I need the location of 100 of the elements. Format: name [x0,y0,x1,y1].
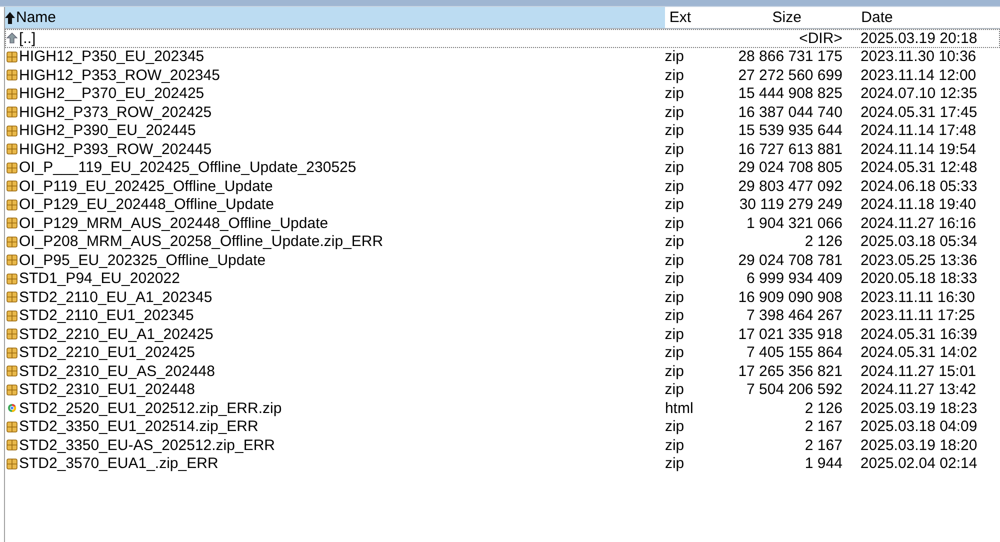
column-header[interactable]: Date [857,7,1000,28]
file-name: [..] [19,30,36,47]
file-size: 30 119 279 249 [739,196,842,214]
file-row[interactable]: HIGH2_P373_ROW_202425 zip 16 387 044 740 2024.05.31 17:45 [5,103,1000,122]
file-extension: zip [664,252,684,269]
file-row[interactable]: OI_P119_EU_202425_Offline_Update zip 29 803 477 092 2024.06.18 05:33 [5,177,1000,196]
column-header[interactable]: Ext [665,7,768,28]
file-size: 16 909 090 908 [738,288,842,306]
file-row[interactable]: STD2_2520_EU1_202512.zip_ERR.zip html 2 126 2025.03.19 18:23 [5,399,1000,418]
column-header[interactable]: Name [5,7,666,28]
file-extension: zip [664,233,684,250]
file-date: 2024.11.27 13:42 [860,381,976,398]
file-date: 2023.05.25 13:36 [860,252,978,269]
file-row[interactable]: HIGH12_P350_EU_202345 zip 28 866 731 175 2023.11.30 10:36 [5,48,1000,66]
file-name: HIGH2_P373_ROW_202425 [19,104,212,121]
archive-icon [6,198,18,211]
archive-icon [6,420,18,433]
file-size: 2 126 [804,233,842,250]
column-header[interactable]: Size [768,7,858,28]
file-date: 2024.11.14 17:48 [860,122,976,140]
file-size: 28 866 731 175 [738,48,842,66]
file-row[interactable]: STD2_2210_EU_A1_202425 zip 17 021 335 918 2024.05.31 16:39 [5,325,1000,344]
file-name: HIGH2__P370_EU_202425 [19,85,204,102]
file-date: 2024.05.31 16:39 [860,326,978,343]
file-name: STD2_2520_EU1_202512.zip_ERR.zip [19,400,282,417]
file-extension: zip [664,344,684,362]
file-name: HIGH2_P390_EU_202445 [19,122,196,140]
file-date: 2023.11.11 17:25 [860,307,976,324]
file-size: 2 126 [804,400,842,417]
file-extension: zip [664,196,684,214]
file-size: 16 387 044 740 [738,104,842,121]
file-extension: zip [664,122,684,140]
file-date: 2024.06.18 05:33 [860,178,978,195]
file-extension: zip [664,85,684,102]
file-size: 29 024 708 781 [738,252,842,269]
file-date: 2023.11.14 12:00 [860,66,976,84]
file-row[interactable]: STD2_2110_EU_A1_202345 zip 16 909 090 908 2023.11.11 16:30 [5,288,1000,306]
file-row[interactable]: OI_P129_EU_202448_Offline_Update zip 30 119 279 249 2024.11.18 19:40 [5,196,1000,214]
file-size: 29 024 708 805 [738,159,842,176]
file-name: HIGH2_P393_ROW_202445 [19,140,212,158]
archive-icon [6,346,18,359]
file-size: 17 265 356 821 [738,362,842,380]
file-name: OI_P129_MRM_AUS_202448_Offline_Update [19,214,328,232]
file-name: STD2_2310_EU1_202448 [19,381,195,398]
file-name: OI_P119_EU_202425_Offline_Update [19,178,273,195]
file-row[interactable]: STD2_2310_EU_AS_202448 zip 17 265 356 821 2024.11.27 15:01 [5,362,1000,380]
file-name: OI_P___119_EU_202425_Offline_Update_230525 [19,159,356,176]
archive-icon [6,124,18,137]
file-row[interactable]: OI_P___119_EU_202425_Offline_Update_230525 zip 29 024 708 805 2024.05.31 12:48 [5,158,1000,177]
file-row[interactable]: STD2_3350_EU1_202514.zip_ERR zip 2 167 2025.03.18 04:09 [5,418,1000,436]
file-row[interactable]: OI_P95_EU_202325_Offline_Update zip 29 024 708 781 2023.05.25 13:36 [5,251,1000,270]
archive-icon [6,236,18,248]
file-row[interactable]: STD2_3350_EU-AS_202512.zip_ERR zip 2 167 2025.03.19 18:20 [5,436,1000,454]
archive-icon [6,272,18,285]
file-extension: zip [664,381,684,398]
file-size: 15 539 935 644 [738,122,842,140]
file-size: 7 398 464 267 [746,307,842,324]
up-arrow-icon [6,32,18,44]
file-date: 2023.11.30 10:36 [860,48,976,66]
file-row[interactable]: OI_P208_MRM_AUS_20258_Offline_Update.zip_ERR zip 2 126 2025.03.18 05:34 [5,232,1000,251]
file-extension: zip [664,288,684,306]
file-row[interactable]: HIGH12_P353_ROW_202345 zip 27 272 560 699 2023.11.14 12:00 [5,66,1000,84]
file-name: OI_P129_EU_202448_Offline_Update [19,196,274,214]
file-date: 2025.02.04 02:14 [860,455,978,472]
file-date: 2024.11.27 15:01 [860,362,976,380]
file-size: 2 167 [804,418,842,436]
file-size: 2 167 [804,436,842,454]
file-name: STD2_2110_EU_A1_202345 [19,288,212,306]
file-row[interactable]: HIGH2__P370_EU_202425 zip 15 444 908 825 2024.07.10 12:35 [5,84,1000,103]
archive-icon [6,458,18,470]
file-date: 2020.05.18 18:33 [860,270,978,288]
file-date: 2025.03.18 05:34 [860,233,978,250]
file-name: STD2_3350_EU-AS_202512.zip_ERR [19,436,275,454]
archive-icon [6,88,18,100]
file-date: 2025.03.19 18:20 [860,436,978,454]
file-row[interactable]: STD2_2310_EU1_202448 zip 7 504 206 592 2024.11.27 13:42 [5,380,1000,399]
file-row[interactable]: HIGH2_P390_EU_202445 zip 15 539 935 644 2024.11.14 17:48 [5,122,1000,140]
file-size: 7 405 155 864 [746,344,842,362]
file-name: OI_P95_EU_202325_Offline_Update [19,252,266,269]
file-row[interactable]: STD2_3570_EUA1_.zip_ERR zip 1 944 2025.02.04 02:14 [5,454,1000,473]
file-extension: zip [664,66,684,84]
file-date: 2025.03.19 18:23 [860,400,978,417]
archive-icon [6,365,18,378]
file-row[interactable]: STD2_2110_EU1_202345 zip 7 398 464 267 2023.11.11 17:25 [5,306,1000,325]
file-size: 27 272 560 699 [738,66,842,84]
file-name: STD2_3570_EUA1_.zip_ERR [19,455,218,472]
file-row[interactable]: OI_P129_MRM_AUS_202448_Offline_Update zip 1 904 321 066 2024.11.27 16:16 [5,214,1000,232]
file-date: 2024.11.18 19:40 [860,196,976,214]
file-size: 15 444 908 825 [738,85,842,102]
file-extension: html [664,400,694,417]
file-row[interactable]: STD2_2210_EU1_202425 zip 7 405 155 864 2024.05.31 14:02 [5,344,1000,362]
file-name: STD1_P94_EU_202022 [19,270,180,288]
archive-icon [6,310,18,322]
file-row[interactable]: [..] <DIR> 2025.03.19 20:18 [5,29,1000,48]
file-size: 16 727 613 881 [738,140,842,158]
archive-icon [6,291,18,304]
file-row[interactable]: HIGH2_P393_ROW_202445 zip 16 727 613 881 2024.11.14 19:54 [5,140,1000,158]
file-extension: zip [664,159,684,176]
archive-icon [6,384,18,396]
file-row[interactable]: STD1_P94_EU_202022 zip 6 999 934 409 2020.05.18 18:33 [5,270,1000,288]
